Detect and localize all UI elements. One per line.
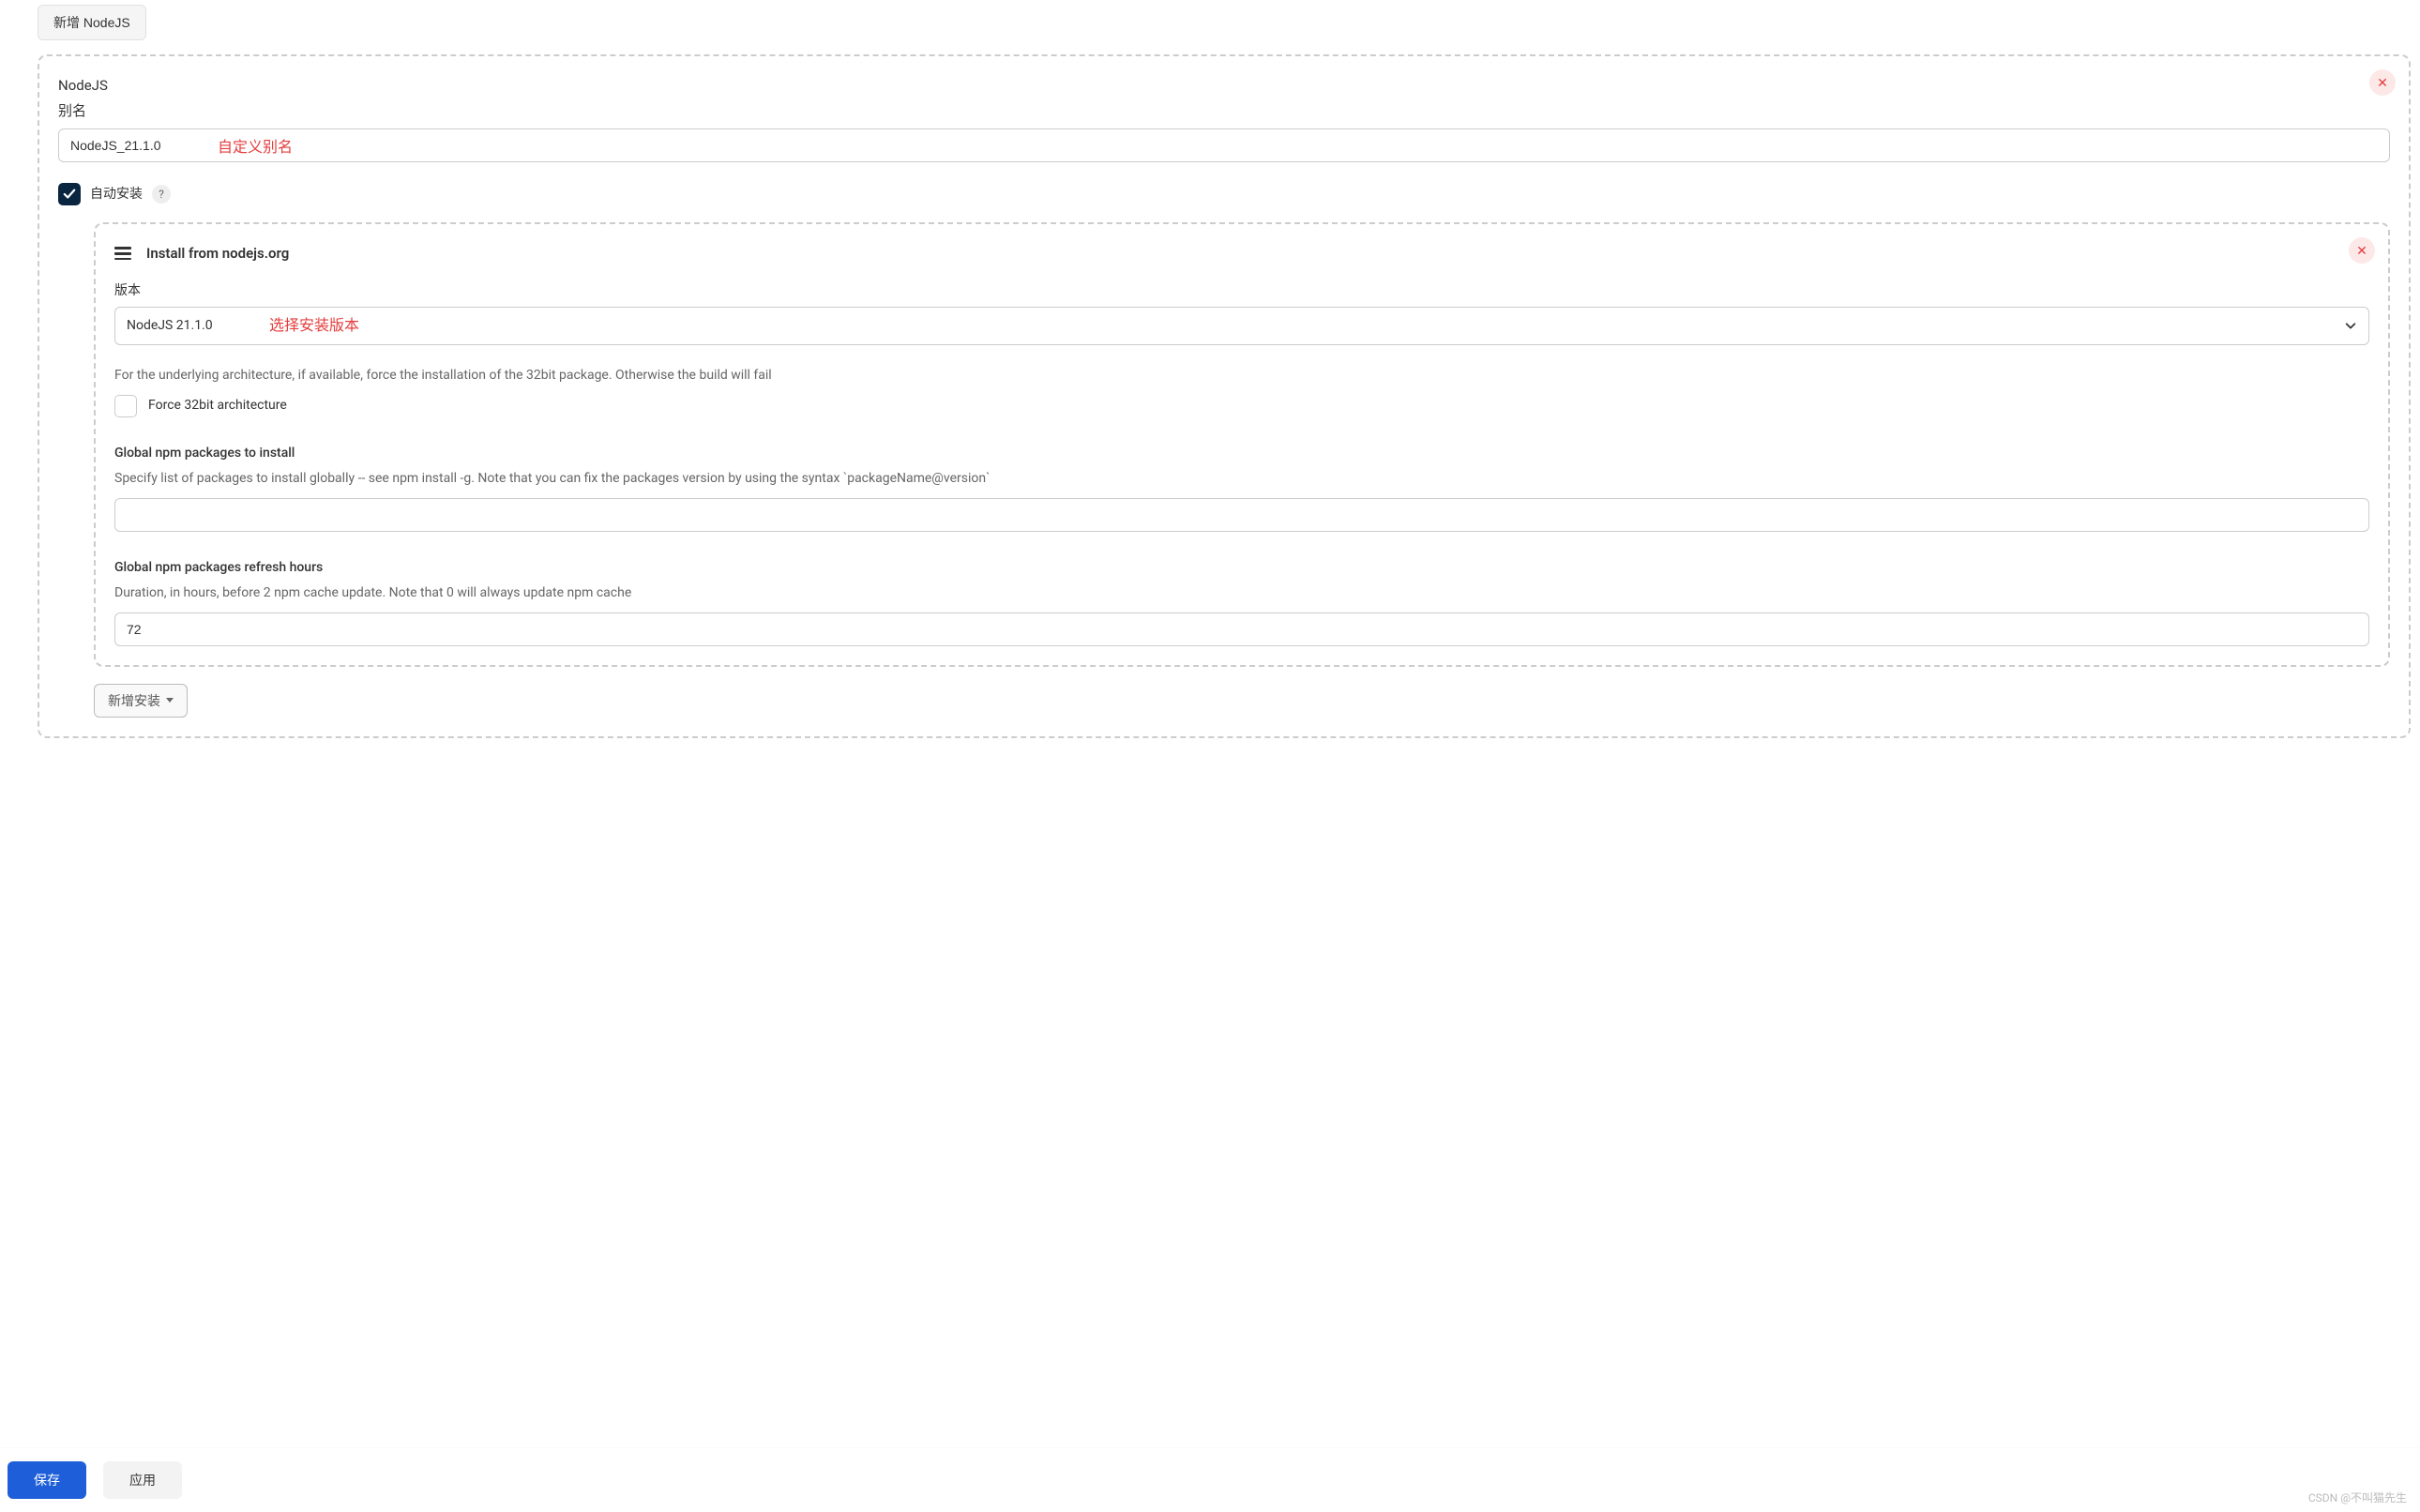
nodejs-title: NodeJS xyxy=(58,75,2390,97)
global-packages-desc: Specify list of packages to install glob… xyxy=(114,469,2369,489)
drag-handle-icon[interactable] xyxy=(114,247,131,260)
add-installer-button[interactable]: 新增安装 xyxy=(94,684,188,718)
caret-down-icon xyxy=(166,698,174,703)
installer-title: Install from nodejs.org xyxy=(146,243,289,265)
installer-panel: ✕ Install from nodejs.org 版本 NodeJS 21.1… xyxy=(94,222,2390,667)
nodejs-installation-panel: ✕ NodeJS 别名 自定义别名 自动安装 ? ✕ xyxy=(38,54,2411,738)
apply-button[interactable]: 应用 xyxy=(103,1461,182,1499)
arch-help-text: For the underlying architecture, if avai… xyxy=(114,366,2369,386)
global-packages-label: Global npm packages to install xyxy=(114,444,2369,463)
check-icon xyxy=(63,188,76,201)
auto-install-checkbox[interactable] xyxy=(58,183,81,205)
refresh-hours-desc: Duration, in hours, before 2 npm cache u… xyxy=(114,583,2369,603)
footer-bar: 保存 应用 xyxy=(0,1447,2420,1512)
global-packages-input[interactable] xyxy=(114,498,2369,532)
chevron-down-icon xyxy=(2344,319,2357,332)
force-32bit-label: Force 32bit architecture xyxy=(148,396,287,416)
watermark: CSDN @不叫猫先生 xyxy=(2308,1489,2407,1506)
add-nodejs-tab[interactable]: 新增 NodeJS xyxy=(38,5,146,40)
version-select[interactable]: NodeJS 21.1.0 xyxy=(114,307,2369,345)
version-value: NodeJS 21.1.0 xyxy=(127,316,213,336)
close-icon[interactable]: ✕ xyxy=(2349,237,2375,264)
close-icon[interactable]: ✕ xyxy=(2369,69,2396,96)
help-icon[interactable]: ? xyxy=(152,185,171,204)
tab-bar: 新增 NodeJS xyxy=(38,0,2420,40)
force-32bit-checkbox[interactable] xyxy=(114,395,137,417)
refresh-hours-label: Global npm packages refresh hours xyxy=(114,558,2369,578)
add-installer-label: 新增安装 xyxy=(108,691,160,710)
version-label: 版本 xyxy=(114,281,2369,301)
save-button[interactable]: 保存 xyxy=(8,1461,86,1499)
refresh-hours-input[interactable] xyxy=(114,612,2369,646)
auto-install-label: 自动安装 xyxy=(90,185,143,204)
alias-input[interactable] xyxy=(58,129,2390,162)
alias-label: 别名 xyxy=(58,100,2390,122)
